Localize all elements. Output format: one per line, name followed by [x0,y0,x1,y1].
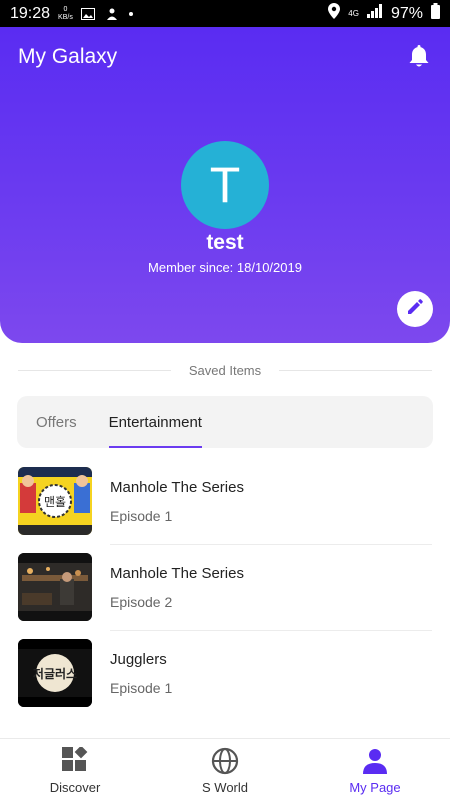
list-item[interactable]: Manhole The Series Episode 2 [18,544,432,630]
data-rate-indicator: 0 KB/s [58,6,73,22]
bell-icon[interactable] [408,45,430,74]
saved-items-divider: Saved Items [18,360,433,380]
edit-profile-button[interactable] [397,291,433,327]
saved-items-label: Saved Items [188,362,262,378]
nav-label: Discover [49,780,101,795]
nav-my-page[interactable]: My Page [300,739,450,800]
data-rate-unit: KB/s [58,13,73,21]
list-item[interactable]: 저글러스 Jugglers Episode 1 [18,630,432,716]
nav-label: My Page [349,780,401,795]
member-since: Member since: 18/10/2019 [148,260,302,275]
saved-items-list: 맨홀 Manhole The Series Episode 1 Manhole … [18,458,432,716]
item-meta: Manhole The Series Episode 1 [110,479,244,524]
svg-text:맨홀: 맨홀 [44,495,66,509]
item-meta: Jugglers Episode 1 [110,651,172,696]
item-subtitle: Episode 2 [110,593,173,610]
pencil-icon [406,298,424,321]
saved-tabs: Offers Entertainment [17,396,433,448]
tab-entertainment[interactable]: Entertainment [108,396,203,448]
location-icon [328,3,341,24]
status-bar: 19:28 0 KB/s 4G 97% [0,0,450,27]
item-subtitle: Episode 1 [110,679,173,696]
thumbnail-image: 맨홀 [18,467,92,535]
app-title: My Galaxy [18,45,118,68]
nav-discover[interactable]: Discover [0,739,150,800]
profile-header: My Galaxy T test Member since: 18/10/201… [0,27,450,343]
status-time: 19:28 [10,4,51,22]
divider-line [279,369,433,371]
image-notification-icon [80,7,95,20]
battery-icon [431,3,440,24]
network-type: 4G [348,8,359,18]
item-subtitle: Episode 1 [110,507,173,524]
app-notification-icon [105,7,119,21]
globe-icon [211,747,239,775]
svg-text:저글러스: 저글러스 [33,666,77,681]
item-meta: Manhole The Series Episode 2 [110,565,244,610]
more-dot-icon [128,11,133,16]
item-title: Manhole The Series [110,564,244,582]
item-title: Jugglers [110,650,167,668]
battery-percent: 97% [390,4,423,22]
item-title: Manhole The Series [110,478,244,496]
tab-offers[interactable]: Offers [36,396,77,448]
signal-icon [366,4,383,23]
thumbnail-image [18,553,92,621]
username: test [206,231,244,254]
list-item[interactable]: 맨홀 Manhole The Series Episode 1 [18,458,432,544]
divider-line [18,369,171,371]
avatar: T [181,141,269,229]
discover-icon [61,747,89,775]
bottom-nav: Discover S World My Page [0,738,450,800]
person-icon [361,747,389,775]
data-rate-value: 0 [63,5,68,13]
nav-label: S World [202,780,248,795]
nav-s-world[interactable]: S World [150,739,300,800]
avatar-letter: T [209,157,241,213]
thumbnail-image: 저글러스 [18,639,92,707]
